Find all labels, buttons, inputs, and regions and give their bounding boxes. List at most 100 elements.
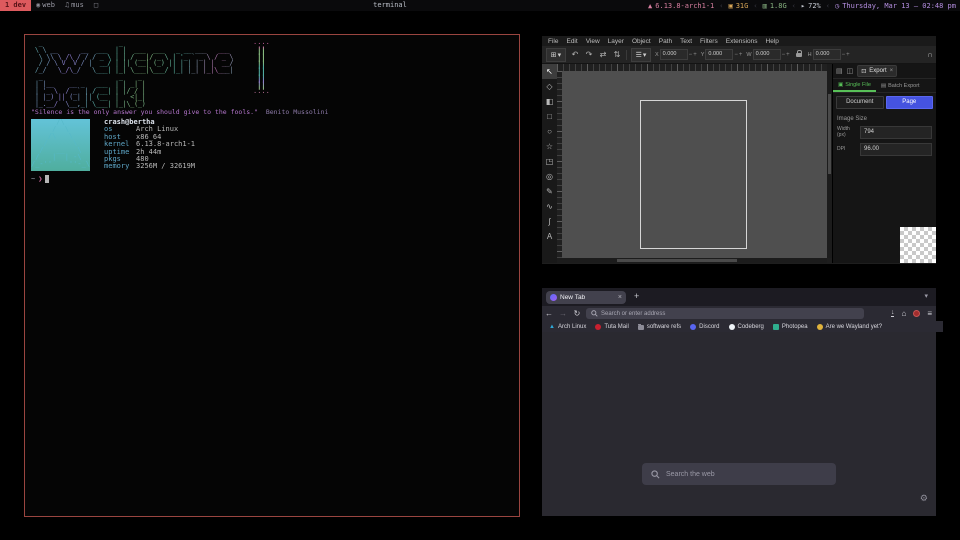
workspace-tag-dev[interactable]: 1 dev bbox=[0, 0, 31, 11]
arch-logo-ascii: /\ / \ /\ \ / \ / __ \ / | | -\ /_-'' ''… bbox=[31, 119, 90, 171]
lock-ratio-icon[interactable] bbox=[796, 53, 802, 57]
list-tabs-chevron-icon[interactable]: ▾ bbox=[924, 292, 928, 300]
shape-builder-tool[interactable]: ◧ bbox=[542, 94, 557, 109]
selection-mode-dropdown[interactable]: ⊞ ▾ bbox=[546, 48, 566, 62]
bookmark-codeberg[interactable]: Codeberg bbox=[729, 324, 764, 330]
decrement-button[interactable]: − bbox=[734, 52, 738, 58]
width-input[interactable]: 794 bbox=[860, 126, 932, 139]
music-icon: ♫ bbox=[65, 0, 69, 11]
firefox-window: New Tab × + ▾ ← → ↻ Search or enter addr… bbox=[542, 288, 936, 516]
horizontal-scrollbar[interactable] bbox=[557, 258, 827, 263]
rotate-cw-button[interactable]: ↷ bbox=[584, 50, 594, 59]
layers-panel-icon[interactable]: ◫ bbox=[847, 67, 854, 75]
desktop: 1 dev ◉ web ♫ mus □ terminal ▲ 6.13.8-ar… bbox=[0, 0, 960, 540]
extension-red-icon[interactable] bbox=[913, 310, 920, 317]
decrement-button[interactable]: − bbox=[689, 52, 693, 58]
reload-button[interactable]: ↻ bbox=[570, 309, 584, 318]
star-tool[interactable]: ☆ bbox=[542, 139, 557, 154]
menu-help[interactable]: Help bbox=[763, 38, 782, 45]
separator: ‹ bbox=[792, 2, 796, 10]
bookmark-are-we-wayland-yet[interactable]: Are we Wayland yet? bbox=[817, 324, 882, 330]
search-icon bbox=[591, 310, 598, 317]
flip-horizontal-button[interactable]: ⇄ bbox=[598, 50, 608, 59]
terminal-prompt[interactable]: ~ ❯ bbox=[31, 175, 49, 183]
menu-filters[interactable]: Filters bbox=[697, 38, 721, 45]
flip-vertical-button[interactable]: ⇅ bbox=[612, 50, 622, 59]
box-3d-tool[interactable]: ◳ bbox=[542, 154, 557, 169]
menu-view[interactable]: View bbox=[583, 38, 603, 45]
tool-options-bar: ⊞ ▾ ↶ ↷ ⇄ ⇅ ☰ ▾ X 0.000 − + Y 0.000 − + bbox=[542, 46, 936, 64]
menu-object[interactable]: Object bbox=[629, 38, 654, 45]
home-icon[interactable]: ⌂ bbox=[901, 309, 906, 318]
export-dialog-tab[interactable]: ⊡ Export × bbox=[857, 65, 897, 77]
increment-button[interactable]: + bbox=[739, 52, 743, 58]
forward-button[interactable]: → bbox=[556, 309, 570, 318]
back-button[interactable]: ← bbox=[542, 309, 556, 318]
align-icon: ☰ bbox=[636, 51, 642, 59]
pencil-tool[interactable]: ✎ bbox=[542, 184, 557, 199]
pen-tool[interactable]: ∿ bbox=[542, 199, 557, 214]
bookmark-arch-linux[interactable]: ▲Arch Linux bbox=[549, 324, 586, 330]
menu-path[interactable]: Path bbox=[656, 38, 675, 45]
x-coordinate-spinner: X 0.000 − + bbox=[655, 49, 697, 60]
new-tab-button[interactable]: + bbox=[634, 291, 639, 301]
workspace-tag-empty[interactable]: □ bbox=[89, 0, 103, 11]
tab-single-file[interactable]: ▣ Single File bbox=[833, 79, 876, 92]
ellipse-tool[interactable]: ○ bbox=[542, 124, 557, 139]
increment-button[interactable]: + bbox=[786, 52, 790, 58]
gear-icon[interactable]: ⚙ bbox=[920, 493, 928, 504]
workspace-tag-mus[interactable]: ♫ mus bbox=[60, 0, 89, 11]
bookmark-discord[interactable]: Discord bbox=[690, 324, 719, 330]
decrement-button[interactable]: − bbox=[782, 52, 786, 58]
h-input[interactable]: 0.000 bbox=[813, 49, 841, 60]
workspace-tag-web[interactable]: ◉ web bbox=[31, 0, 60, 11]
bookmark-photopea[interactable]: Photopea bbox=[773, 324, 808, 330]
rotate-ccw-button[interactable]: ↶ bbox=[570, 50, 580, 59]
snap-icon[interactable]: ∩ bbox=[927, 50, 933, 59]
objects-panel-icon[interactable]: ▤ bbox=[836, 67, 843, 75]
calligraphy-tool[interactable]: ∫ bbox=[542, 214, 557, 229]
folder-icon bbox=[638, 325, 644, 330]
welcome-ascii-art: _ _ \ \ __ __ ___ | | ___ ___ _ __ ___ _… bbox=[31, 40, 233, 108]
increment-button[interactable]: + bbox=[693, 52, 697, 58]
menu-layer[interactable]: Layer bbox=[605, 38, 627, 45]
tab-new-tab[interactable]: New Tab × bbox=[546, 291, 626, 304]
bookmark-folder-software-refs[interactable]: software refs bbox=[638, 324, 681, 330]
text-tool[interactable]: A bbox=[542, 229, 557, 244]
dpi-label: DPI bbox=[837, 147, 857, 153]
rectangle-tool[interactable]: □ bbox=[542, 109, 557, 124]
spiral-tool[interactable]: ◎ bbox=[542, 169, 557, 184]
inkscape-canvas[interactable] bbox=[562, 71, 827, 258]
align-dropdown[interactable]: ☰ ▾ bbox=[631, 48, 651, 62]
menu-edit[interactable]: Edit bbox=[563, 38, 580, 45]
decrement-button[interactable]: − bbox=[842, 52, 846, 58]
url-bar[interactable]: Search or enter address bbox=[586, 308, 864, 319]
y-input[interactable]: 0.000 bbox=[705, 49, 733, 60]
selector-tool[interactable]: ↖ bbox=[542, 64, 557, 79]
web-search-input[interactable]: Search the web bbox=[642, 463, 836, 485]
new-tab-page: Search the web ⚙ bbox=[542, 332, 936, 516]
bookmark-tuta-mail[interactable]: Tuta Mail bbox=[595, 324, 628, 330]
close-icon[interactable]: × bbox=[890, 68, 894, 74]
close-tab-icon[interactable]: × bbox=[618, 294, 622, 301]
workspace-label: web bbox=[42, 0, 55, 11]
menu-file[interactable]: File bbox=[545, 38, 561, 45]
dpi-input[interactable]: 96.00 bbox=[860, 143, 932, 156]
downloads-icon[interactable]: ↓ bbox=[891, 310, 895, 317]
increment-button[interactable]: + bbox=[846, 52, 850, 58]
tab-batch-export[interactable]: ▤ Batch Export bbox=[876, 79, 925, 92]
separator: ‹ bbox=[826, 2, 830, 10]
menu-text[interactable]: Text bbox=[677, 38, 695, 45]
menu-icon[interactable]: ≡ bbox=[927, 309, 932, 318]
document-button[interactable]: Document bbox=[836, 96, 884, 109]
horizontal-ruler bbox=[557, 64, 827, 71]
scrollbar-thumb[interactable] bbox=[828, 94, 831, 174]
scrollbar-thumb[interactable] bbox=[617, 259, 737, 262]
page-button[interactable]: Page bbox=[886, 96, 934, 109]
separator: ‹ bbox=[753, 2, 757, 10]
terminal-window[interactable]: _ _ \ \ __ __ ___ | | ___ ___ _ __ ___ _… bbox=[24, 34, 520, 517]
menu-extensions[interactable]: Extensions bbox=[723, 38, 761, 45]
w-input[interactable]: 0.000 bbox=[753, 49, 781, 60]
x-input[interactable]: 0.000 bbox=[660, 49, 688, 60]
node-editor-tool[interactable]: ◇ bbox=[542, 79, 557, 94]
